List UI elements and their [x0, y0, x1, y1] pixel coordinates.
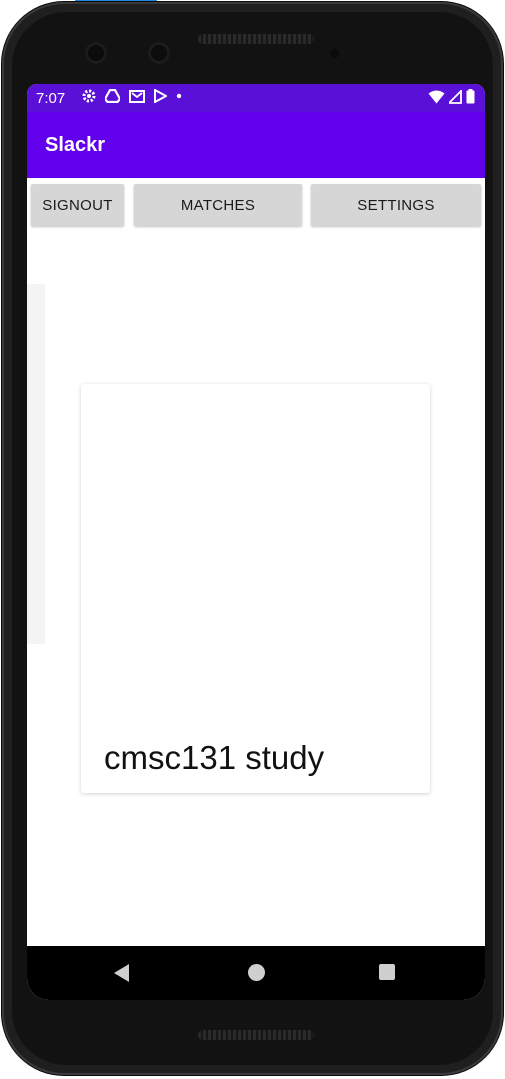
bottom-speaker-grille [198, 1030, 314, 1040]
proximity-sensor [330, 49, 339, 58]
card-title: cmsc131 study [104, 739, 325, 776]
settings-button[interactable]: SETTINGS [311, 184, 481, 226]
play-store-icon [154, 89, 167, 103]
gear-icon [82, 89, 96, 103]
phone-frame: 7:07 Slackr SIGNOUT MATCHES SETTINGS cms… [2, 2, 503, 1075]
dot-icon [176, 93, 182, 99]
home-icon[interactable] [248, 964, 265, 981]
signal-icon [449, 89, 462, 104]
drive-icon [105, 89, 120, 103]
app-bar: Slackr [27, 112, 485, 178]
app-title: Slackr [45, 134, 106, 156]
front-camera-right [148, 42, 170, 64]
previous-card-edge [27, 284, 45, 644]
wifi-icon [428, 90, 445, 103]
phone-screen: 7:07 Slackr SIGNOUT MATCHES SETTINGS cms… [27, 84, 485, 1000]
signout-button[interactable]: SIGNOUT [31, 184, 124, 226]
notification-icons [82, 89, 182, 103]
system-status-icons [428, 89, 475, 104]
navigation-bar [27, 946, 485, 1000]
back-icon[interactable] [114, 964, 129, 982]
top-speaker-grille [198, 34, 314, 44]
status-bar: 7:07 [27, 84, 485, 112]
status-time: 7:07 [36, 90, 66, 107]
gmail-icon [129, 89, 145, 103]
swipe-card[interactable]: cmsc131 study [81, 384, 430, 793]
battery-icon [466, 89, 475, 104]
recents-icon[interactable] [379, 964, 395, 980]
matches-button[interactable]: MATCHES [134, 184, 302, 226]
front-camera-left [85, 42, 107, 64]
